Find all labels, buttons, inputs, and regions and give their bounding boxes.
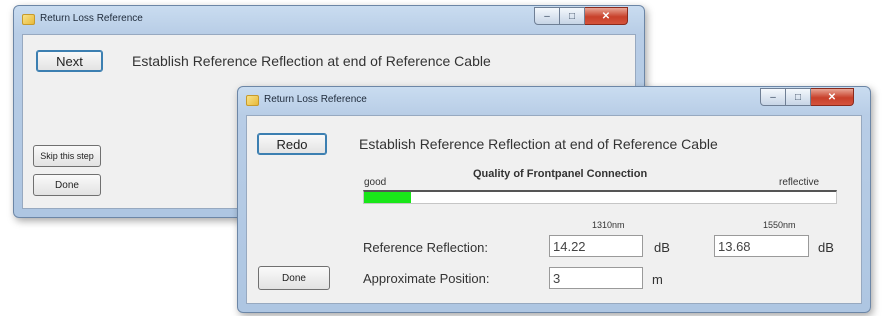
close-icon[interactable]: ✕	[585, 7, 628, 25]
app-icon	[22, 14, 35, 25]
app-icon	[246, 95, 259, 106]
back-window-title: Return Loss Reference	[40, 13, 143, 24]
minimize-icon[interactable]: –	[760, 88, 786, 106]
front-window-client: Redo Establish Reference Reflection at e…	[246, 115, 862, 304]
front-window-title: Return Loss Reference	[264, 94, 367, 105]
reference-reflection-label: Reference Reflection:	[363, 240, 489, 255]
back-instruction-text: Establish Reference Reflection at end of…	[132, 53, 491, 69]
skip-step-button[interactable]: Skip this step	[33, 145, 101, 167]
front-window: Return Loss Reference – □ ✕ Redo Establi…	[237, 86, 871, 313]
approximate-position-label: Approximate Position:	[363, 271, 490, 286]
wavelength-1550-header: 1550nm	[763, 220, 796, 230]
approximate-position-field[interactable]: 3	[549, 267, 643, 289]
quality-reflective-label: reflective	[779, 177, 820, 188]
quality-title: Quality of Frontpanel Connection	[473, 168, 648, 180]
reflection-1550-field[interactable]: 13.68	[714, 235, 809, 257]
back-window-titlebar[interactable]: Return Loss Reference – □ ✕	[14, 6, 644, 34]
close-icon[interactable]: ✕	[811, 88, 854, 106]
redo-button[interactable]: Redo	[257, 133, 327, 155]
wavelength-1310-header: 1310nm	[592, 220, 625, 230]
reflection-1550-unit: dB	[818, 240, 834, 255]
maximize-icon[interactable]: □	[560, 7, 585, 25]
quality-good-label: good	[364, 177, 387, 188]
back-done-button[interactable]: Done	[33, 174, 101, 196]
quality-meter	[363, 190, 837, 204]
reflection-1310-unit: dB	[654, 240, 670, 255]
next-button[interactable]: Next	[36, 50, 103, 72]
front-instruction-text: Establish Reference Reflection at end of…	[359, 136, 718, 152]
position-unit: m	[652, 272, 663, 287]
maximize-icon[interactable]: □	[786, 88, 811, 106]
minimize-icon[interactable]: –	[534, 7, 560, 25]
reflection-1310-field[interactable]: 14.22	[549, 235, 643, 257]
front-done-button[interactable]: Done	[258, 266, 330, 290]
front-window-titlebar[interactable]: Return Loss Reference – □ ✕	[238, 87, 870, 115]
quality-meter-fill	[364, 192, 412, 203]
